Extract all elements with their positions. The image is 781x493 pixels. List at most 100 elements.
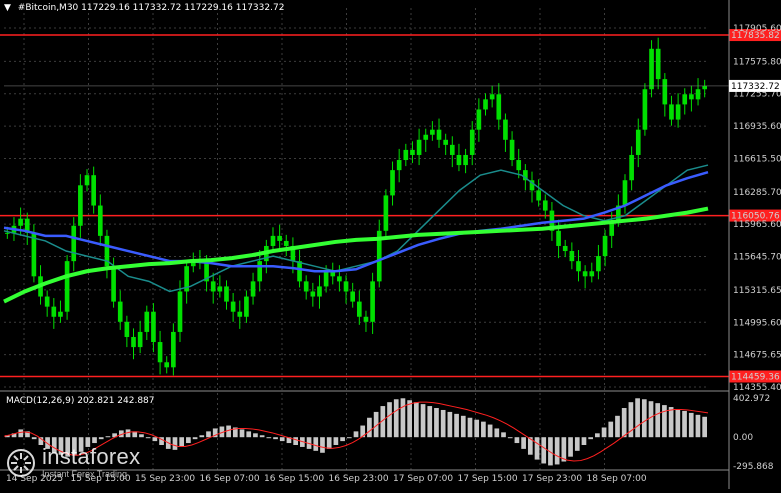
price-tick-label: 117575.80	[733, 57, 781, 67]
candle-body	[629, 154, 634, 181]
macd-histogram-bar	[487, 424, 493, 438]
macd-histogram-bar	[615, 415, 620, 438]
candle-body	[463, 154, 468, 166]
price-tick-label: 115315.65	[733, 286, 781, 296]
candle-body	[669, 104, 674, 120]
macd-histogram-bar	[98, 437, 104, 440]
macd-histogram-bar	[387, 402, 392, 438]
price-tick-label: 114675.65	[733, 351, 781, 361]
chart-header: ▼ #Bitcoin,M30 117229.16 117332.72 11722…	[4, 3, 284, 13]
candle-body	[4, 232, 10, 234]
macd-histogram-bar	[574, 437, 580, 451]
macd-histogram-bar	[346, 437, 352, 439]
candle-body	[51, 306, 57, 317]
time-tick-label: 17 Sep 07:00	[393, 474, 453, 484]
candle-body	[217, 286, 223, 292]
candle-body	[177, 291, 183, 332]
macd-histogram-bar	[179, 437, 185, 447]
macd-histogram-bar	[621, 408, 627, 438]
macd-histogram-bar	[648, 401, 654, 438]
macd-histogram-bar	[507, 437, 513, 439]
candle-body	[250, 281, 256, 297]
macd-histogram-bar	[31, 437, 37, 440]
price-tick-label: 117905.60	[733, 24, 781, 34]
macd-histogram-bar	[326, 437, 332, 449]
candle-body	[516, 160, 522, 171]
candle-body	[283, 240, 289, 246]
macd-histogram-bar	[407, 400, 412, 438]
candle-body	[151, 311, 156, 343]
candle-body	[224, 286, 229, 302]
time-tick-label: 17 Sep 23:00	[522, 474, 582, 484]
macd-histogram-bar	[554, 437, 560, 465]
candle-body	[642, 89, 648, 130]
candle-body	[449, 144, 455, 155]
dropdown-arrow-icon[interactable]: ▼	[4, 3, 11, 13]
macd-histogram-bar	[514, 437, 520, 444]
time-tick-label: 17 Sep 15:00	[458, 474, 518, 484]
candle-body	[689, 94, 694, 100]
macd-histogram-bar	[413, 402, 419, 438]
candle-body	[363, 316, 369, 322]
macd-histogram-bar	[313, 437, 319, 451]
macd-histogram-bar	[105, 436, 111, 438]
candle-body	[277, 235, 282, 241]
candle-body	[171, 331, 176, 368]
candle-body	[270, 235, 276, 246]
candle-body	[383, 195, 389, 231]
candle-body	[164, 362, 170, 368]
candle-body	[423, 134, 429, 140]
macd-histogram-bar	[400, 398, 406, 438]
macd-histogram-bar	[18, 429, 24, 438]
candle-body	[78, 185, 83, 226]
candle-body	[18, 218, 23, 226]
macd-histogram-bar	[601, 427, 607, 438]
macd-histogram-bar	[702, 416, 707, 438]
candle-body	[370, 281, 375, 322]
price-tick-label: 116285.70	[733, 188, 781, 198]
macd-histogram-bar	[192, 437, 198, 440]
chart-canvas: 117835.82116050.76114459.36 117905.60117…	[0, 0, 781, 489]
macd-histogram-bar	[266, 437, 272, 439]
candle-body	[64, 261, 70, 312]
candle-body	[58, 311, 63, 317]
candle-body	[403, 149, 409, 161]
instaforex-logo: instaforex Instant Forex Trading	[6, 446, 140, 479]
candle-body	[84, 175, 90, 186]
candle-body	[662, 79, 668, 105]
macd-histogram-bar	[454, 413, 459, 438]
logo-tagline: Instant Forex Trading	[42, 469, 128, 479]
macd-histogram-bar	[393, 399, 399, 438]
macd-histogram-bar	[259, 435, 265, 438]
macd-histogram-bar	[353, 431, 359, 438]
macd-tick-label: 0.00	[733, 433, 753, 443]
macd-histogram-bar	[682, 410, 687, 438]
macd-histogram-bar	[595, 433, 600, 438]
macd-histogram-bar	[481, 421, 486, 438]
instaforex-sunburst-icon	[6, 448, 36, 478]
macd-histogram-bar	[581, 437, 587, 445]
candle-body	[410, 149, 415, 155]
macd-histogram-bar	[688, 412, 694, 438]
candle-body	[337, 276, 342, 282]
candle-body	[230, 301, 236, 312]
candle-body	[97, 205, 103, 236]
candle-body	[562, 245, 568, 252]
candle-body	[576, 261, 581, 272]
macd-histogram-bar	[608, 421, 614, 438]
time-tick-label: 16 Sep 15:00	[264, 474, 324, 484]
candle-body	[483, 99, 488, 110]
candle-body	[556, 230, 561, 246]
price-tick-label: 115645.70	[733, 253, 781, 263]
macd-histogram-bar	[641, 399, 647, 438]
time-tick-label: 16 Sep 23:00	[329, 474, 389, 484]
candle-body	[257, 261, 263, 282]
candle-body	[323, 271, 329, 287]
price-chart[interactable]: 117835.82 116050.76 114459.36 117905.60 117…	[0, 0, 781, 489]
macd-tick-label: -295.868	[733, 462, 774, 472]
candle-body	[509, 139, 515, 161]
candle-body	[157, 342, 163, 363]
candle-body	[210, 281, 216, 292]
candle-body	[589, 271, 595, 277]
macd-histogram-bar	[440, 409, 446, 438]
